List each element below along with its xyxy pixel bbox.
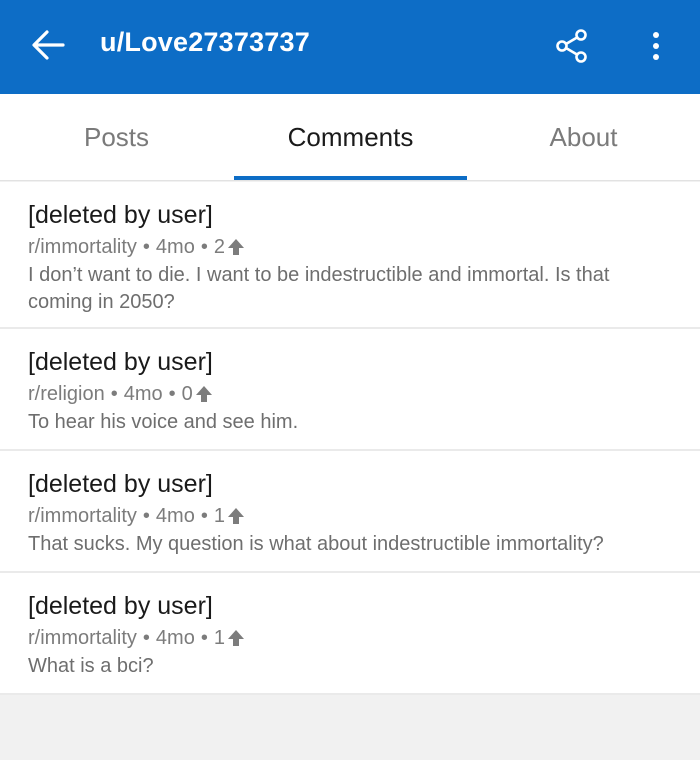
separator-dot: • bbox=[200, 627, 208, 649]
comment-score: 1 bbox=[213, 627, 225, 649]
comment-body: I don’t want to die. I want to be indest… bbox=[28, 264, 610, 313]
comment-body: That sucks. My question is what about in… bbox=[28, 533, 604, 555]
separator-dot: • bbox=[142, 627, 150, 649]
comment-title: [deleted by user] bbox=[28, 592, 213, 620]
comment-title: [deleted by user] bbox=[28, 348, 213, 376]
more-options-button[interactable] bbox=[636, 24, 676, 68]
comment-age: 4mo bbox=[155, 505, 195, 527]
comment-meta: r/immortality • 4mo • 2 bbox=[28, 234, 672, 260]
comment-meta: r/immortality • 4mo • 1 bbox=[28, 503, 672, 529]
arrow-left-icon bbox=[32, 30, 65, 60]
upvote-arrow-icon bbox=[227, 508, 244, 524]
comment-age: 4mo bbox=[155, 236, 195, 258]
back-button[interactable] bbox=[22, 22, 74, 68]
app-bar: u/Love27373737 bbox=[0, 0, 700, 94]
comment-score: 1 bbox=[213, 505, 225, 527]
subreddit-link[interactable]: r/immortality bbox=[28, 503, 137, 529]
more-vertical-icon bbox=[653, 32, 659, 60]
profile-tabs: Posts Comments About bbox=[0, 94, 700, 181]
comment-age: 4mo bbox=[123, 383, 163, 405]
comment-item[interactable]: [deleted by user] r/immortality • 4mo • … bbox=[0, 182, 700, 329]
comment-score: 0 bbox=[181, 383, 193, 405]
separator-dot: • bbox=[200, 505, 208, 527]
tab-comments[interactable]: Comments bbox=[234, 94, 467, 181]
separator-dot: • bbox=[168, 383, 176, 405]
comment-score: 2 bbox=[213, 236, 225, 258]
subreddit-link[interactable]: r/religion bbox=[28, 381, 105, 407]
separator-dot: • bbox=[200, 236, 208, 258]
comment-item[interactable]: [deleted by user] r/immortality • 4mo • … bbox=[0, 573, 700, 695]
upvote-arrow-icon bbox=[227, 630, 244, 646]
subreddit-link[interactable]: r/immortality bbox=[28, 234, 137, 260]
tab-about[interactable]: About bbox=[467, 94, 700, 181]
upvote-arrow-icon bbox=[227, 239, 244, 255]
share-icon bbox=[556, 29, 587, 63]
active-tab-indicator bbox=[234, 176, 467, 180]
comment-body: What is a bci? bbox=[28, 655, 154, 677]
subreddit-link[interactable]: r/immortality bbox=[28, 625, 137, 651]
upvote-arrow-icon bbox=[195, 386, 212, 402]
separator-dot: • bbox=[142, 236, 150, 258]
comment-title: [deleted by user] bbox=[28, 201, 213, 229]
comment-title: [deleted by user] bbox=[28, 470, 213, 498]
tab-posts[interactable]: Posts bbox=[0, 94, 233, 181]
separator-dot: • bbox=[110, 383, 118, 405]
comment-body: To hear his voice and see him. bbox=[28, 411, 299, 433]
page-title: u/Love27373737 bbox=[100, 27, 310, 57]
comment-item[interactable]: [deleted by user] r/immortality • 4mo • … bbox=[0, 451, 700, 573]
comment-item[interactable]: [deleted by user] r/religion • 4mo • 0 T… bbox=[0, 329, 700, 451]
share-button[interactable] bbox=[550, 24, 594, 68]
comment-meta: r/religion • 4mo • 0 bbox=[28, 381, 672, 407]
comment-meta: r/immortality • 4mo • 1 bbox=[28, 625, 672, 651]
separator-dot: • bbox=[142, 505, 150, 527]
comment-list: [deleted by user] r/immortality • 4mo • … bbox=[0, 182, 700, 695]
comment-age: 4mo bbox=[155, 627, 195, 649]
